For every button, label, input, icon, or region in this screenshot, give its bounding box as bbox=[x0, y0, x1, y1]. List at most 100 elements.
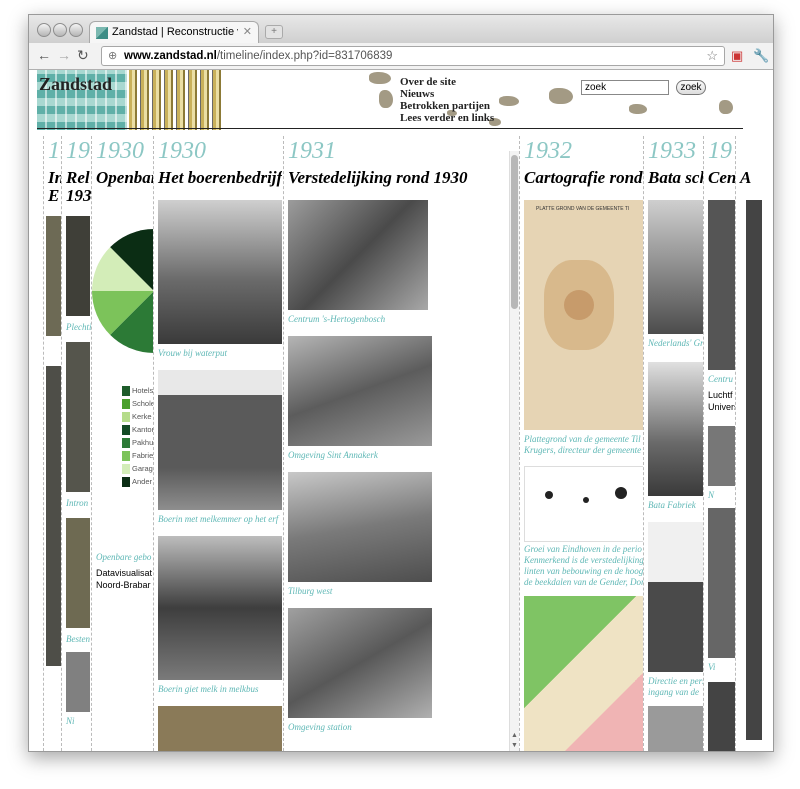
photo[interactable] bbox=[708, 508, 736, 658]
photo-caption: N bbox=[708, 490, 715, 500]
browser-toolbar: ← → ↻ ⊕ www.zandstad.nl/timeline/index.p… bbox=[29, 43, 773, 70]
column-title: Rel bbox=[66, 168, 90, 187]
photo-waterput[interactable] bbox=[158, 200, 282, 344]
reload-icon[interactable]: ↻ bbox=[77, 47, 89, 64]
site-logo[interactable]: Zandstad bbox=[37, 70, 127, 130]
search-input[interactable]: zoek bbox=[581, 80, 669, 95]
column-title: A bbox=[740, 168, 752, 187]
tab-close-icon[interactable]: ✕ bbox=[243, 25, 252, 38]
timeline-column[interactable]: 19 Rel 193 Plechti Intron Besten Ni bbox=[61, 136, 92, 751]
star-icon[interactable]: ☆ bbox=[706, 47, 718, 65]
column-year: 19 bbox=[66, 138, 90, 164]
photo-caption: Bata Fabriek bbox=[648, 500, 696, 510]
photo-caption-line2: Kenmerkend is de verstedelijking bbox=[524, 555, 644, 565]
building-pie-chart[interactable] bbox=[92, 216, 154, 366]
legend-swatch bbox=[122, 451, 130, 461]
nav-betrokken-partijen[interactable]: Betrokken partijen bbox=[400, 100, 494, 112]
scroll-down-icon[interactable]: ▼ bbox=[511, 741, 518, 749]
header-stripes bbox=[129, 70, 223, 130]
legend-swatch bbox=[122, 399, 130, 409]
legend-label: Ander bbox=[132, 477, 153, 486]
zoom-window-button[interactable] bbox=[69, 23, 83, 37]
aerial-photo-tilburg[interactable] bbox=[288, 472, 432, 582]
timeline-column[interactable]: 1930 Openbar Hotels Schole Kerke Kantor Pakh… bbox=[91, 136, 154, 751]
forward-icon[interactable]: → bbox=[57, 47, 71, 63]
column-title: Bata sch bbox=[648, 168, 704, 187]
photo[interactable] bbox=[648, 706, 704, 751]
nav-lees-verder[interactable]: Lees verder en links bbox=[400, 112, 494, 124]
legend-swatch bbox=[122, 477, 130, 487]
photo[interactable] bbox=[66, 216, 90, 316]
url-path: /timeline/index.php?id=831706839 bbox=[216, 50, 393, 62]
map-shape bbox=[629, 104, 647, 114]
new-tab-icon[interactable]: + bbox=[265, 25, 283, 39]
legend-label: Hotels bbox=[132, 386, 154, 395]
site-header: Zandstad Over de site Nieuws Betrokken p… bbox=[29, 70, 773, 130]
photo-caption: Boerin met melkemmer op het erf bbox=[158, 514, 279, 524]
photo-caption: Nederlands' Gr bbox=[648, 338, 704, 348]
photo[interactable] bbox=[708, 200, 736, 370]
photo[interactable] bbox=[746, 200, 762, 740]
timeline-column[interactable]: 19 Cen Centru Luchtf Univers N Vi bbox=[703, 136, 736, 751]
column-title-line2: 193 bbox=[66, 186, 92, 205]
growth-diagram-eindhoven[interactable] bbox=[524, 466, 644, 542]
url-host: www.zandstad.nl bbox=[124, 50, 217, 62]
timeline-column[interactable]: A bbox=[735, 136, 766, 751]
timeline-column[interactable]: 1930 Het boerenbedrijf o Vrouw bij water… bbox=[153, 136, 282, 751]
photo-caption: Besten bbox=[66, 634, 90, 644]
timeline-column[interactable]: 1931 Verstedelijking rond 1930 Centrum '… bbox=[283, 136, 510, 751]
photo[interactable] bbox=[708, 426, 736, 486]
minimize-window-button[interactable] bbox=[53, 23, 67, 37]
wrench-icon[interactable]: 🔧 bbox=[753, 48, 769, 64]
scrollbar-thumb[interactable] bbox=[511, 155, 518, 309]
aerial-photo-bata[interactable] bbox=[648, 200, 704, 334]
globe-icon: ⊕ bbox=[108, 50, 118, 62]
search-button[interactable]: zoek bbox=[676, 80, 706, 95]
photo-boerin-melk[interactable] bbox=[158, 536, 282, 680]
photo[interactable] bbox=[66, 652, 90, 712]
photo-caption: Plattegrond van de gemeente Til bbox=[524, 434, 641, 444]
aerial-photo-station[interactable] bbox=[288, 608, 432, 718]
column-year: 19 bbox=[708, 138, 732, 164]
browser-tab[interactable]: Zandstad | Reconstructie van ✕ bbox=[89, 21, 259, 44]
address-bar[interactable]: ⊕ www.zandstad.nl/timeline/index.php?id=… bbox=[101, 46, 725, 66]
column-year: 1930 bbox=[96, 138, 144, 164]
land-use-map[interactable] bbox=[524, 596, 644, 751]
photo[interactable] bbox=[158, 706, 282, 751]
extension-icon[interactable]: ▣ bbox=[731, 48, 743, 64]
nav-over-de-site[interactable]: Over de site bbox=[400, 76, 494, 88]
photo[interactable] bbox=[66, 342, 90, 492]
nav-nieuws[interactable]: Nieuws bbox=[400, 88, 494, 100]
timeline-column[interactable]: 1932 Cartografie rond 1 PLATTE GROND VAN… bbox=[519, 136, 644, 751]
photo-boerderij[interactable] bbox=[158, 370, 282, 510]
legend-swatch bbox=[122, 464, 130, 474]
legend-label: Pakhu bbox=[132, 438, 154, 447]
photo[interactable] bbox=[708, 682, 736, 751]
map-shape bbox=[549, 88, 573, 104]
photo-caption-line3: linten van bebouwing en de hoog bbox=[524, 566, 644, 576]
aerial-photo-annakerk[interactable] bbox=[288, 336, 432, 446]
legend-swatch bbox=[122, 425, 130, 435]
aerial-photo-den-bosch[interactable] bbox=[288, 200, 428, 310]
city-map-tilburg[interactable]: PLATTE GROND VAN DE GEMEENTE TI bbox=[524, 200, 644, 430]
page-viewport: Zandstad Over de site Nieuws Betrokken p… bbox=[29, 70, 773, 751]
photo[interactable] bbox=[66, 518, 90, 628]
photo-caption: Centrum 's-Hertogenbosch bbox=[288, 314, 386, 324]
photo-caption: Intron bbox=[66, 498, 89, 508]
map-shape bbox=[499, 96, 519, 106]
legend-label: Garage bbox=[132, 464, 154, 473]
column-text: Luchtf bbox=[708, 390, 733, 400]
photo-caption-line2: Krugers, directeur der gemeente v bbox=[524, 445, 644, 455]
scroll-up-icon[interactable]: ▲ bbox=[511, 731, 518, 739]
close-window-button[interactable] bbox=[37, 23, 51, 37]
legend-swatch bbox=[122, 412, 130, 422]
photo-bata-fabriek[interactable] bbox=[648, 362, 704, 496]
photo-caption: Ni bbox=[66, 716, 75, 726]
back-icon[interactable]: ← bbox=[37, 47, 51, 63]
photo-caption: Omgeving Sint Annakerk bbox=[288, 450, 378, 460]
photo-directie[interactable] bbox=[648, 522, 704, 672]
legend-swatch bbox=[122, 438, 130, 448]
browser-window: Zandstad | Reconstructie van ✕ + ← → ↻ ⊕… bbox=[28, 14, 774, 752]
timeline-column[interactable]: 1933 Bata sch Nederlands' Gr Bata Fabrie… bbox=[643, 136, 704, 751]
legend-label: Fabrie bbox=[132, 451, 154, 460]
